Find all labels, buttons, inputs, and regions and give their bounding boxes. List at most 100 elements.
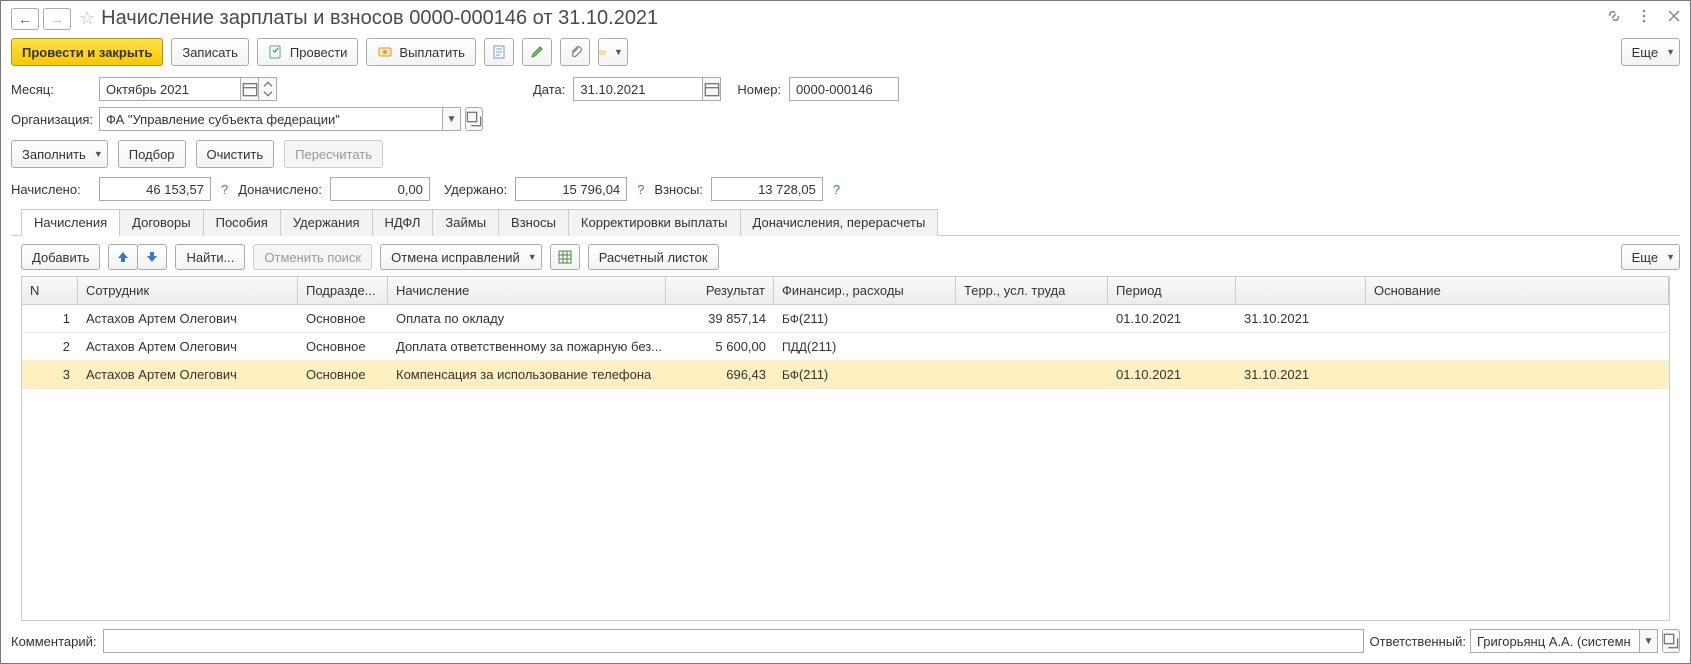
caret-down-icon: ▼ [614,47,623,57]
comment-label: Комментарий: [11,634,97,649]
move-down-button[interactable] [137,244,167,270]
extra-accrued-label: Доначислено: [238,182,322,197]
accrued-help-icon[interactable]: ? [219,182,230,197]
number-input[interactable] [789,77,899,101]
col-period-from[interactable]: Период [1108,277,1236,304]
pay-button[interactable]: Выплатить [366,38,476,66]
month-stepper-button[interactable] [259,77,277,101]
col-accrual[interactable]: Начисление [388,277,666,304]
form-row-org: Организация: ▼ [1,104,1690,134]
col-base[interactable]: Основание [1366,277,1669,304]
tab-8[interactable]: Доначисления, перерасчеты [740,209,939,236]
table-row[interactable]: 1Астахов Артем ОлеговичОсновноеОплата по… [22,305,1669,333]
comment-input[interactable] [103,629,1364,653]
cell [956,333,1108,360]
org-label: Организация: [11,112,91,127]
arrow-right-icon: → [50,11,64,27]
attach-button[interactable] [560,38,590,66]
arrow-left-icon: ← [18,11,32,27]
tab-0[interactable]: Начисления [21,209,120,236]
accrued-value [99,177,211,201]
grid-settings-button[interactable] [550,244,580,270]
grid-more-button[interactable]: Еще▼ [1621,244,1680,270]
tab-2[interactable]: Пособия [203,209,281,236]
tab-5[interactable]: Займы [432,209,499,236]
edit-button[interactable] [522,38,552,66]
cell [1366,305,1669,332]
number-label: Номер: [737,82,781,97]
fill-label: Заполнить [22,147,86,162]
tabs: НачисленияДоговорыПособияУдержанияНДФЛЗа… [11,204,1680,236]
report-button[interactable] [484,38,514,66]
contrib-help-icon[interactable]: ? [831,182,842,197]
form-row-header: Месяц: Дата: Номер: [1,74,1690,104]
cell: Доплата ответственному за пожарную без..… [388,333,666,360]
date-label: Дата: [533,82,565,97]
tab-4[interactable]: НДФЛ [372,209,434,236]
cancel-fix-label: Отмена исправлений [391,250,520,265]
tab-1[interactable]: Договоры [119,209,203,236]
favorite-star-icon[interactable]: ☆ [79,8,95,29]
pick-button[interactable]: Подбор [118,140,186,168]
grid-more-label: Еще [1632,250,1658,265]
cell [956,361,1108,388]
footer: Комментарий: Ответственный: ▼ [1,621,1690,663]
post-and-close-button[interactable]: Провести и закрыть [11,38,163,66]
cell: 1 [22,305,78,332]
close-icon[interactable] [1666,8,1682,29]
date-input[interactable] [573,77,703,101]
payslip-button[interactable]: Расчетный листок [588,244,719,270]
col-employee[interactable]: Сотрудник [78,277,298,304]
main-toolbar: Провести и закрыть Записать Провести Вып… [1,34,1690,74]
org-open-button[interactable] [465,107,483,131]
tab-6[interactable]: Взносы [498,209,569,236]
cell [1366,333,1669,360]
accruals-grid: N Сотрудник Подразде... Начисление Резул… [21,276,1670,621]
cell: ПДД(211) [774,333,956,360]
nav-forward-button[interactable]: → [43,8,71,30]
move-up-button[interactable] [108,244,138,270]
cell: Астахов Артем Олегович [78,305,298,332]
fill-button[interactable]: Заполнить ▼ [11,140,108,168]
link-icon[interactable] [1606,8,1622,29]
org-dropdown-button[interactable]: ▼ [443,107,461,131]
col-territory[interactable]: Терр., усл. труда [956,277,1108,304]
pay-label: Выплатить [399,45,465,60]
org-input[interactable] [99,107,443,131]
save-button[interactable]: Записать [171,38,249,66]
date-input-wrap [573,77,721,101]
clear-button[interactable]: Очистить [196,140,275,168]
find-button[interactable]: Найти... [175,244,245,270]
col-n[interactable]: N [22,277,78,304]
nav-back-button[interactable]: ← [11,8,39,30]
responsible-dropdown-button[interactable]: ▼ [1640,629,1658,653]
caret-down-icon: ▼ [94,149,103,159]
responsible-open-button[interactable] [1662,629,1680,653]
more-button[interactable]: Еще▼ [1621,38,1680,66]
kebab-icon[interactable] [1636,8,1652,29]
col-department[interactable]: Подразде... [298,277,388,304]
month-input[interactable] [99,77,241,101]
post-button[interactable]: Провести [257,38,359,66]
form-row-totals: Начислено: ? Доначислено: Удержано: ? Вз… [1,174,1690,204]
responsible-label: Ответственный: [1370,634,1466,649]
table-row[interactable]: 2Астахов Артем ОлеговичОсновноеДоплата о… [22,333,1669,361]
footer-right: Ответственный: ▼ [1370,629,1680,653]
folder-dropdown-button[interactable]: ▼ [598,38,628,66]
cancel-fix-button[interactable]: Отмена исправлений▼ [380,244,542,270]
cell: Оплата по окладу [388,305,666,332]
post-icon [268,44,284,60]
tab-3[interactable]: Удержания [280,209,373,236]
col-result[interactable]: Результат [666,277,774,304]
grid-body[interactable]: 1Астахов Артем ОлеговичОсновноеОплата по… [22,305,1669,620]
col-financing[interactable]: Финансир., расходы [774,277,956,304]
tab-7[interactable]: Корректировки выплаты [568,209,741,236]
withheld-help-icon[interactable]: ? [635,182,646,197]
cell [1236,333,1366,360]
responsible-input[interactable] [1470,629,1640,653]
add-row-button[interactable]: Добавить [21,244,100,270]
table-row[interactable]: 3Астахов Артем ОлеговичОсновноеКомпенсац… [22,361,1669,389]
date-picker-button[interactable] [703,77,721,101]
month-picker-button[interactable] [241,77,259,101]
col-period-to[interactable] [1236,277,1366,304]
